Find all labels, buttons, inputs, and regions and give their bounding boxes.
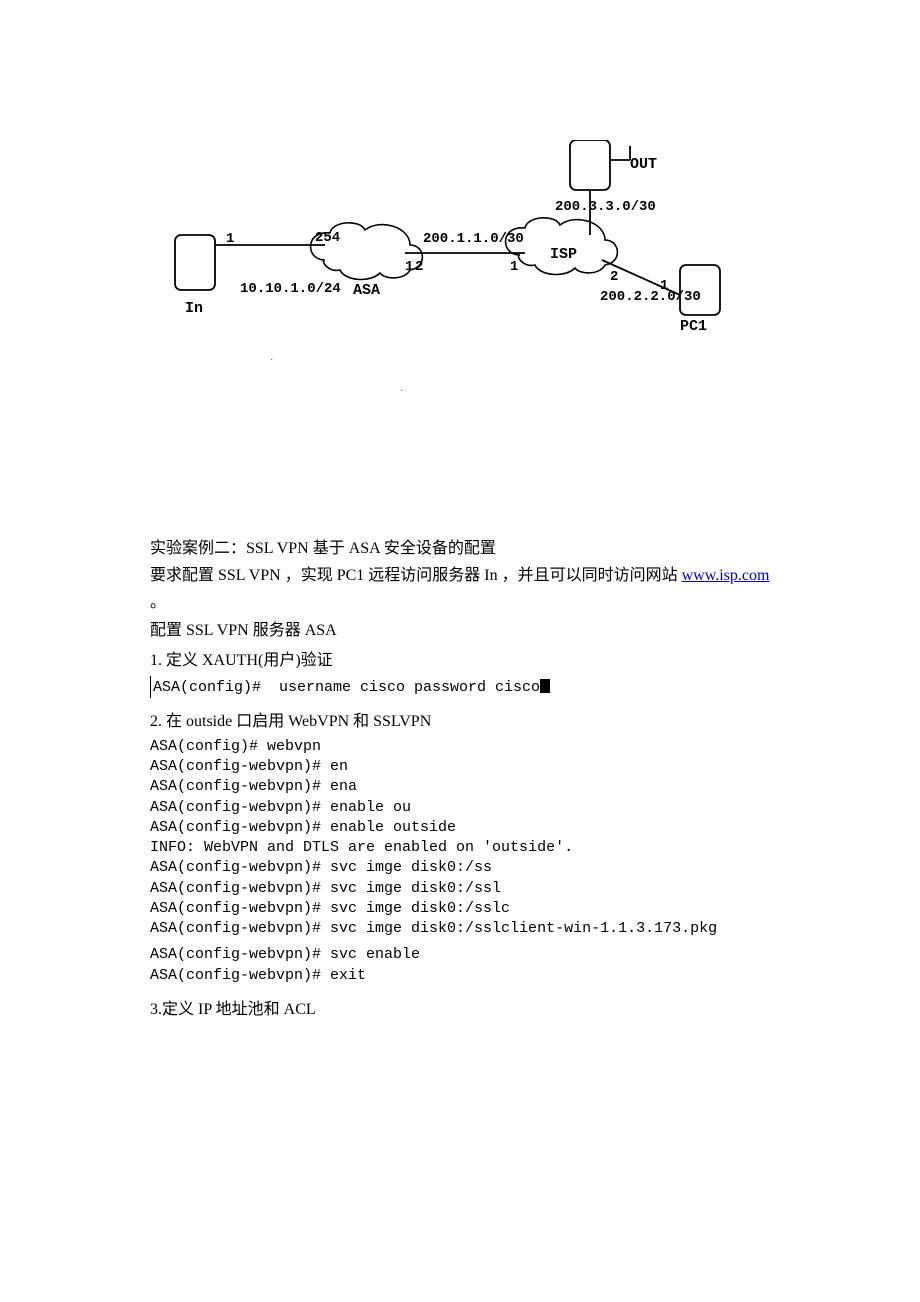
net-left: 10.10.1.0/24 xyxy=(240,281,341,297)
separator-dot-2: · xyxy=(400,386,770,397)
case-title: 实验案例二：SSL VPN 基于 ASA 安全设备的配置 xyxy=(150,537,770,561)
cli2-l11: ASA(config-webvpn)# svc enable xyxy=(150,945,770,965)
requirement-prefix: 要求配置 SSL VPN ，实现 PC1 远程访问服务器 In ，并且可以同时访… xyxy=(150,567,682,584)
cli2-l7: ASA(config-webvpn)# svc imge disk0:/ss xyxy=(150,858,770,878)
cli-block-2: ASA(config)# webvpn ASA(config-webvpn)# … xyxy=(150,737,770,986)
isp-left-port: 1 xyxy=(510,259,518,275)
diagram-svg: OUT 200.3.3.0/30 ISP 1 2 200.1.1.0/30 2 … xyxy=(160,140,800,350)
cli2-l8: ASA(config-webvpn)# svc imge disk0:/ssl xyxy=(150,879,770,899)
cli2-l4: ASA(config-webvpn)# enable ou xyxy=(150,798,770,818)
cli1-l1: ASA(config)# username cisco password cis… xyxy=(153,679,540,696)
out-node xyxy=(570,140,610,190)
cursor-block-icon xyxy=(540,679,550,693)
out-label: OUT xyxy=(630,156,657,173)
network-diagram: OUT 200.3.3.0/30 ISP 1 2 200.1.1.0/30 2 … xyxy=(160,140,770,397)
cli2-l5: ASA(config-webvpn)# enable outside xyxy=(150,818,770,838)
net-mid: 200.1.1.0/30 xyxy=(423,231,524,247)
config-subtitle: 配置 SSL VPN 服务器 ASA xyxy=(150,619,770,643)
isp-link[interactable]: www.isp.com xyxy=(682,567,770,584)
cli2-l2: ASA(config-webvpn)# en xyxy=(150,757,770,777)
cli2-l6: INFO: WebVPN and DTLS are enabled on 'ou… xyxy=(150,838,770,858)
cli2-l1: ASA(config)# webvpn xyxy=(150,737,770,757)
requirement-line: 要求配置 SSL VPN ，实现 PC1 远程访问服务器 In ，并且可以同时访… xyxy=(150,564,770,588)
isp-label: ISP xyxy=(550,246,577,263)
separator-dot-1: · xyxy=(270,355,770,366)
step-1: 1. 定义 XAUTH(用户)验证 xyxy=(150,646,770,670)
pc1-label: PC1 xyxy=(680,318,707,335)
document-page: OUT 200.3.3.0/30 ISP 1 2 200.1.1.0/30 2 … xyxy=(0,140,920,1019)
asa-254: 254 xyxy=(315,230,340,246)
period-line: 。 xyxy=(150,591,770,615)
net-top: 200.3.3.0/30 xyxy=(555,199,656,215)
cli2-l12: ASA(config-webvpn)# exit xyxy=(150,966,770,986)
step-3: 3.定义 IP 地址池和 ACL xyxy=(150,995,770,1019)
in-node xyxy=(175,235,215,290)
asa-right-port: 1 xyxy=(405,259,413,275)
asa-label: ASA xyxy=(353,282,380,299)
isp-right-port: 2 xyxy=(610,269,618,285)
cli2-l10: ASA(config-webvpn)# svc imge disk0:/sslc… xyxy=(150,919,770,939)
cli2-l9: ASA(config-webvpn)# svc imge disk0:/sslc xyxy=(150,899,770,919)
cli2-l3: ASA(config-webvpn)# ena xyxy=(150,777,770,797)
net-right-1: 200.2.2.0/30 xyxy=(600,289,701,305)
in-port: 1 xyxy=(226,231,234,247)
step-2: 2. 在 outside 口启用 WebVPN 和 SSLVPN xyxy=(150,707,770,731)
in-label: In xyxy=(185,300,203,317)
cli-block-1: ASA(config)# username cisco password cis… xyxy=(150,676,770,698)
